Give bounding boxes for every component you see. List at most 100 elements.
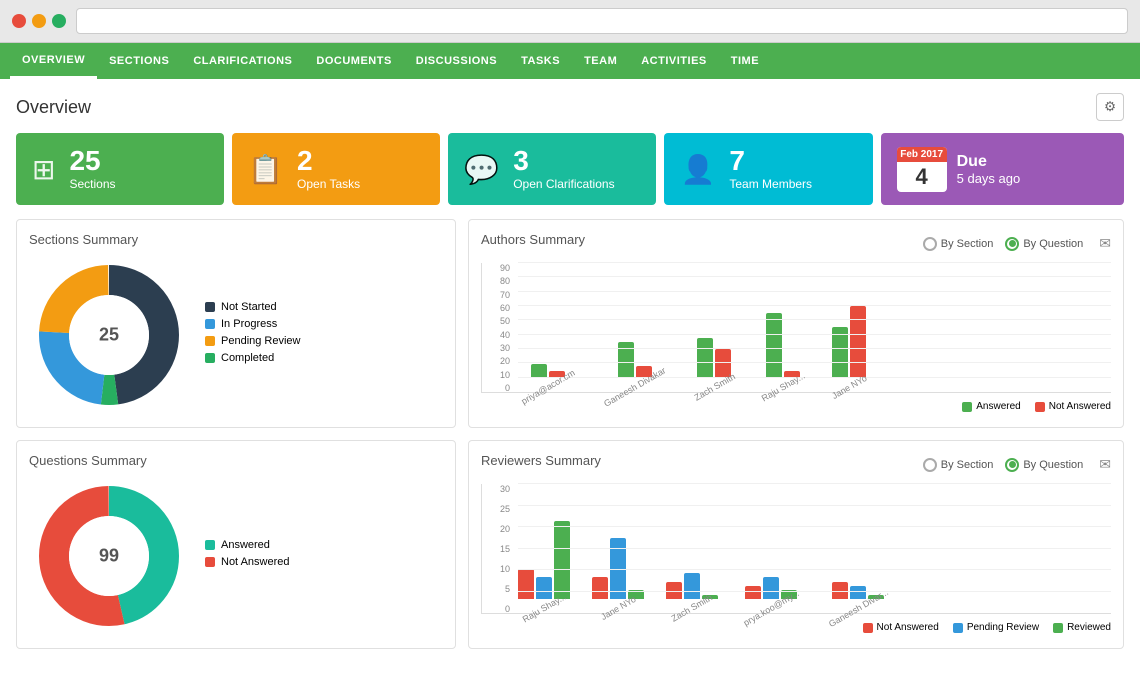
card-info: 2 Open Tasks — [297, 147, 360, 191]
nav-item-team[interactable]: TEAM — [572, 43, 629, 79]
answered-bar — [766, 313, 782, 378]
calendar-icon: Feb 2017 4 — [897, 147, 947, 192]
due-info: Due 5 days ago — [957, 153, 1021, 186]
grid-line — [518, 276, 1111, 277]
nav-item-overview[interactable]: OVERVIEW — [10, 43, 97, 79]
not-answered-bar — [518, 569, 534, 599]
card-number: 7 — [729, 147, 812, 175]
bar-group: Raju Shay... — [759, 313, 807, 392]
bar-legend-label: Pending Review — [967, 622, 1039, 633]
authors-by-section-radio[interactable]: By Section — [923, 237, 994, 251]
authors-email-icon[interactable]: ✉ — [1099, 235, 1111, 252]
nav-item-discussions[interactable]: DISCUSSIONS — [404, 43, 509, 79]
questions-donut: 99 — [29, 476, 189, 636]
maximize-dot[interactable] — [52, 14, 66, 28]
sections-summary-title: Sections Summary — [29, 232, 443, 247]
due-card: Feb 2017 4 Due 5 days ago — [881, 133, 1124, 205]
reviewers-bar-chart: 051015202530Raju Shay...Jane NYoZach Smi… — [481, 484, 1111, 634]
legend-label: Pending Review — [221, 335, 301, 347]
reviewers-panel-header: Reviewers Summary By Section By Question… — [481, 453, 1111, 476]
bar-legend-item: Pending Review — [953, 622, 1039, 633]
grid-line — [518, 483, 1111, 484]
grid-line — [518, 262, 1111, 263]
sections-legend-item: Not Started — [205, 301, 301, 313]
card-number: 25 — [69, 147, 115, 175]
bar-group: Raju Shay... — [518, 521, 570, 613]
bars — [766, 313, 800, 378]
panels-row-2: Questions Summary 99 AnsweredNot Answere… — [16, 440, 1124, 649]
grid-line — [518, 591, 1111, 592]
minimize-dot[interactable] — [32, 14, 46, 28]
legend-label: Answered — [221, 539, 270, 551]
grid-line — [518, 305, 1111, 306]
bar-legend-item: Not Answered — [1035, 401, 1111, 412]
card-label: Open Clarifications — [513, 177, 614, 191]
reviewers-by-section-radio[interactable]: By Section — [923, 458, 994, 472]
nav-item-activities[interactable]: ACTIVITIES — [629, 43, 719, 79]
nav-item-time[interactable]: TIME — [719, 43, 771, 79]
nav-item-sections[interactable]: SECTIONS — [97, 43, 181, 79]
bars — [697, 338, 731, 378]
not-answered-bar — [592, 577, 608, 599]
nav-item-clarifications[interactable]: CLARIFICATIONS — [181, 43, 304, 79]
not-answered-bar — [745, 586, 761, 599]
card-open-tasks: 📋 2 Open Tasks — [232, 133, 440, 205]
authors-panel-header: Authors Summary By Section By Question ✉ — [481, 232, 1111, 255]
bar-group: Zach Smith — [666, 573, 718, 613]
authors-bar-chart: 0102030405060708090priya@acor.cmGaneesh … — [481, 263, 1111, 413]
bar-legend-label: Reviewed — [1067, 622, 1111, 633]
reviewers-by-question-radio[interactable]: By Question — [1005, 458, 1083, 472]
card-label: Open Tasks — [297, 177, 360, 191]
reviewers-radio-group: By Section By Question — [923, 458, 1084, 472]
questions-legend: AnsweredNot Answered — [205, 539, 289, 573]
bar-chart-inner: 0102030405060708090priya@acor.cmGaneesh … — [481, 263, 1111, 393]
bar-legend: Not Answered Pending Review Reviewed — [481, 622, 1111, 633]
card-info: 25 Sections — [69, 147, 115, 191]
nav-item-documents[interactable]: DOCUMENTS — [304, 43, 403, 79]
authors-radio-group: By Section By Question — [923, 237, 1084, 251]
settings-button[interactable]: ⚙ — [1096, 93, 1124, 121]
bar-legend-label: Not Answered — [877, 622, 939, 633]
bar-group: priya@acor.cm — [518, 364, 578, 392]
address-bar[interactable] — [76, 8, 1128, 34]
not-answered-bar — [850, 306, 866, 378]
legend-label: Completed — [221, 352, 274, 364]
sections-legend-item: Pending Review — [205, 335, 301, 347]
cal-day: 4 — [897, 162, 947, 192]
questions-donut-center: 99 — [99, 546, 119, 567]
bar-chart-inner: 051015202530Raju Shay...Jane NYoZach Smi… — [481, 484, 1111, 614]
nav-item-tasks[interactable]: TASKS — [509, 43, 572, 79]
card-info: 3 Open Clarifications — [513, 147, 614, 191]
authors-by-question-radio[interactable]: By Question — [1005, 237, 1083, 251]
y-axis: 0102030405060708090 — [482, 263, 514, 393]
card-label: Sections — [69, 177, 115, 191]
bar-legend-dot — [953, 623, 963, 633]
bars — [832, 306, 866, 378]
reviewers-email-icon[interactable]: ✉ — [1099, 456, 1111, 473]
browser-chrome — [0, 0, 1140, 43]
legend-dot — [205, 319, 215, 329]
grid-line — [518, 377, 1111, 378]
close-dot[interactable] — [12, 14, 26, 28]
card-label: Team Members — [729, 177, 812, 191]
card-sections: ⊞ 25 Sections — [16, 133, 224, 205]
card-number: 2 — [297, 147, 360, 175]
sections-donut-center: 25 — [99, 325, 119, 346]
reviewed-bar — [554, 521, 570, 599]
legend-dot — [205, 557, 215, 567]
nav-bar: OVERVIEWSECTIONSCLARIFICATIONSDOCUMENTSD… — [0, 43, 1140, 79]
authors-summary-panel: Authors Summary By Section By Question ✉ — [468, 219, 1124, 428]
grid-line — [518, 569, 1111, 570]
grid-line — [518, 334, 1111, 335]
questions-summary-title: Questions Summary — [29, 453, 443, 468]
grid-line — [518, 548, 1111, 549]
grid-line — [518, 348, 1111, 349]
card-icon: 👤 — [680, 153, 715, 186]
cal-month: Feb 2017 — [897, 147, 947, 162]
authors-summary-title: Authors Summary — [481, 232, 585, 247]
browser-dots — [12, 14, 66, 28]
legend-dot — [205, 336, 215, 346]
page-header: Overview ⚙ — [16, 93, 1124, 121]
pending-bar — [684, 573, 700, 599]
bar-group: Zach Smith — [692, 338, 738, 392]
